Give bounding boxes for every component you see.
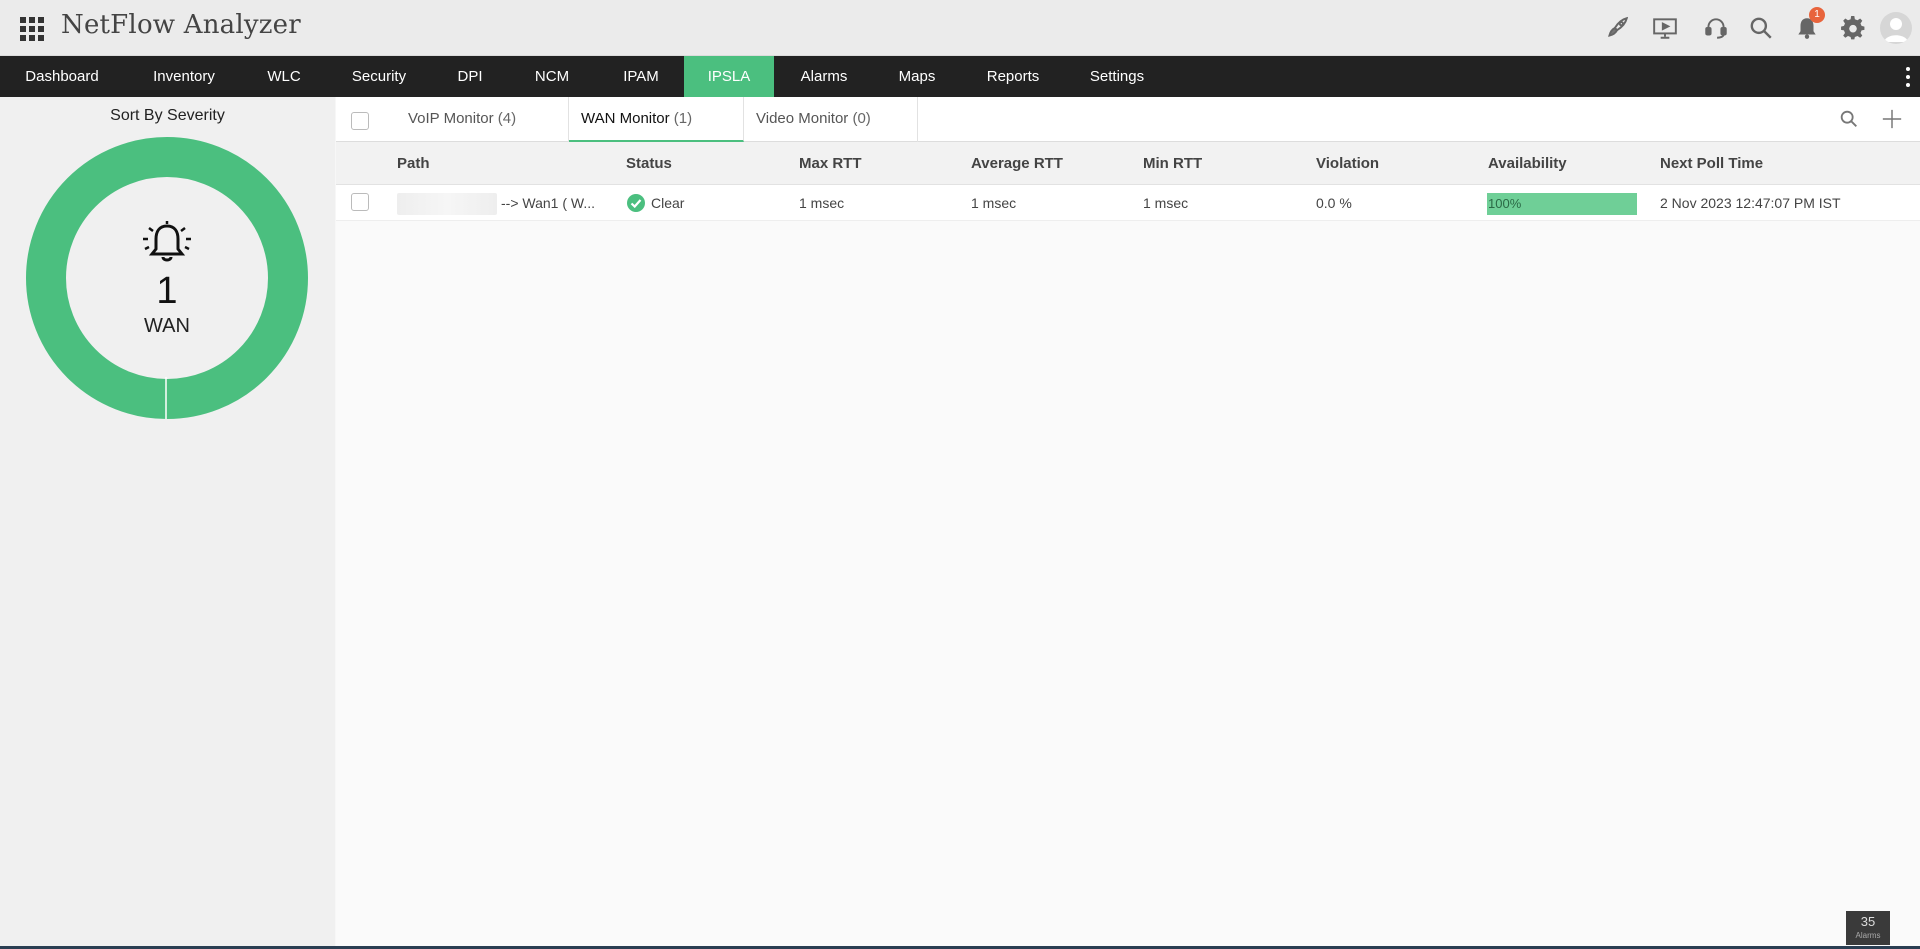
tab-count: (4) bbox=[497, 110, 517, 127]
column-header-violation[interactable]: Violation bbox=[1316, 142, 1379, 185]
alarm-counter[interactable]: 35 Alarms bbox=[1846, 911, 1890, 945]
nav-item-ncm[interactable]: NCM bbox=[506, 56, 598, 97]
alarm-label: Alarms bbox=[1855, 931, 1881, 940]
table-header: Path Status Max RTT Average RTT Min RTT … bbox=[336, 142, 1920, 185]
tab-video-monitor[interactable]: Video Monitor (0) bbox=[744, 97, 918, 142]
availability-value: 100% bbox=[1488, 196, 1522, 211]
alarm-bell-icon bbox=[143, 221, 191, 262]
donut-label: WAN bbox=[144, 315, 190, 337]
gear-icon[interactable] bbox=[1839, 14, 1867, 42]
column-header-path[interactable]: Path bbox=[397, 142, 430, 185]
app-header: NetFlow Analyzer 1 bbox=[0, 0, 1920, 56]
path-cell[interactable]: --> Wan1 ( W... bbox=[397, 185, 595, 221]
min-rtt-cell: 1 msec bbox=[1143, 195, 1189, 211]
presentation-icon[interactable] bbox=[1651, 14, 1679, 42]
rocket-icon[interactable] bbox=[1603, 14, 1631, 42]
violation-cell: 0.0 % bbox=[1316, 195, 1352, 211]
monitor-tabs: VoIP Monitor (4) WAN Monitor (1) Video M… bbox=[336, 97, 1920, 142]
path-text: --> Wan1 ( W... bbox=[501, 195, 595, 211]
bell-icon[interactable]: 1 bbox=[1793, 7, 1825, 42]
availability-bar: 100% bbox=[1487, 193, 1637, 215]
max-rtt-cell: 1 msec bbox=[799, 195, 845, 211]
donut-center: 1 WAN bbox=[26, 137, 308, 419]
search-icon[interactable] bbox=[1747, 14, 1775, 42]
next-poll-time-cell: 2 Nov 2023 12:47:07 PM IST bbox=[1660, 195, 1841, 211]
tab-count: (1) bbox=[673, 110, 693, 127]
status-cell: Clear bbox=[626, 185, 684, 221]
app-launcher-icon[interactable] bbox=[20, 17, 44, 41]
nav-item-settings[interactable]: Settings bbox=[1066, 56, 1168, 97]
column-header-availability[interactable]: Availability bbox=[1488, 142, 1567, 185]
redacted-source bbox=[397, 193, 497, 216]
user-avatar[interactable] bbox=[1880, 12, 1912, 44]
tab-voip-monitor[interactable]: VoIP Monitor (4) bbox=[396, 97, 569, 142]
alarm-count: 35 bbox=[1860, 914, 1876, 929]
column-header-status[interactable]: Status bbox=[626, 142, 672, 185]
average-rtt-cell: 1 msec bbox=[971, 195, 1017, 211]
headset-icon[interactable] bbox=[1702, 14, 1730, 42]
main-content: VoIP Monitor (4) WAN Monitor (1) Video M… bbox=[336, 97, 1920, 949]
severity-panel: Sort By Severity 1 WAN bbox=[0, 97, 335, 949]
notification-badge: 1 bbox=[1809, 7, 1825, 23]
tab-label: VoIP Monitor bbox=[408, 110, 494, 127]
add-icon[interactable] bbox=[1881, 108, 1903, 130]
tab-label: Video Monitor bbox=[756, 110, 849, 127]
status-text: Clear bbox=[651, 195, 685, 211]
table-row[interactable]: --> Wan1 ( W... Clear 1 msec 1 msec 1 ms… bbox=[336, 185, 1920, 221]
select-all-checkbox[interactable] bbox=[351, 112, 369, 130]
app-title: NetFlow Analyzer bbox=[61, 10, 301, 40]
tab-wan-monitor[interactable]: WAN Monitor (1) bbox=[569, 97, 744, 142]
nav-item-inventory[interactable]: Inventory bbox=[124, 56, 244, 97]
nav-item-reports[interactable]: Reports bbox=[960, 56, 1066, 97]
tab-count: (0) bbox=[852, 110, 871, 127]
nav-item-security[interactable]: Security bbox=[324, 56, 434, 97]
search-icon[interactable] bbox=[1838, 108, 1860, 130]
donut-count: 1 bbox=[156, 270, 178, 312]
nav-item-maps[interactable]: Maps bbox=[874, 56, 960, 97]
severity-panel-title: Sort By Severity bbox=[110, 107, 225, 124]
nav-item-ipsla[interactable]: IPSLA bbox=[684, 56, 774, 97]
column-header-min-rtt[interactable]: Min RTT bbox=[1143, 142, 1202, 185]
nav-item-wlc[interactable]: WLC bbox=[244, 56, 324, 97]
column-header-average-rtt[interactable]: Average RTT bbox=[971, 142, 1063, 185]
nav-item-alarms[interactable]: Alarms bbox=[774, 56, 874, 97]
nav-item-ipam[interactable]: IPAM bbox=[598, 56, 684, 97]
nav-item-dashboard[interactable]: Dashboard bbox=[0, 56, 124, 97]
column-header-next-poll-time[interactable]: Next Poll Time bbox=[1660, 142, 1763, 185]
nav-item-dpi[interactable]: DPI bbox=[434, 56, 506, 97]
tab-label: WAN Monitor bbox=[581, 110, 670, 127]
column-header-max-rtt[interactable]: Max RTT bbox=[799, 142, 862, 185]
main-navbar: Dashboard Inventory WLC Security DPI NCM… bbox=[0, 56, 1920, 97]
check-circle-icon bbox=[627, 194, 645, 213]
more-menu-icon[interactable] bbox=[1904, 65, 1912, 89]
row-checkbox[interactable] bbox=[351, 193, 369, 211]
